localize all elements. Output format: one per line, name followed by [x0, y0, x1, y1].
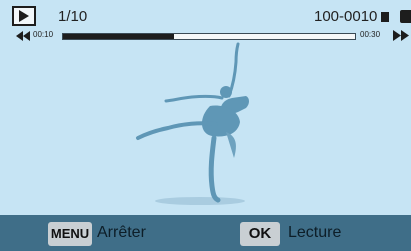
play-label: Lecture: [288, 224, 342, 241]
menu-key[interactable]: MENU: [48, 222, 92, 246]
camera-playback-screen: 1/10 100-0010 00:10 00:30 MENU Arrêter O…: [0, 0, 411, 251]
stop-label: Arrêter: [97, 224, 146, 241]
ok-key[interactable]: OK: [240, 222, 280, 246]
dancer-shadow: [155, 197, 245, 205]
ballerina-silhouette-image: [136, 42, 249, 205]
bottom-action-bar: MENU Arrêter OK Lecture: [0, 215, 411, 251]
